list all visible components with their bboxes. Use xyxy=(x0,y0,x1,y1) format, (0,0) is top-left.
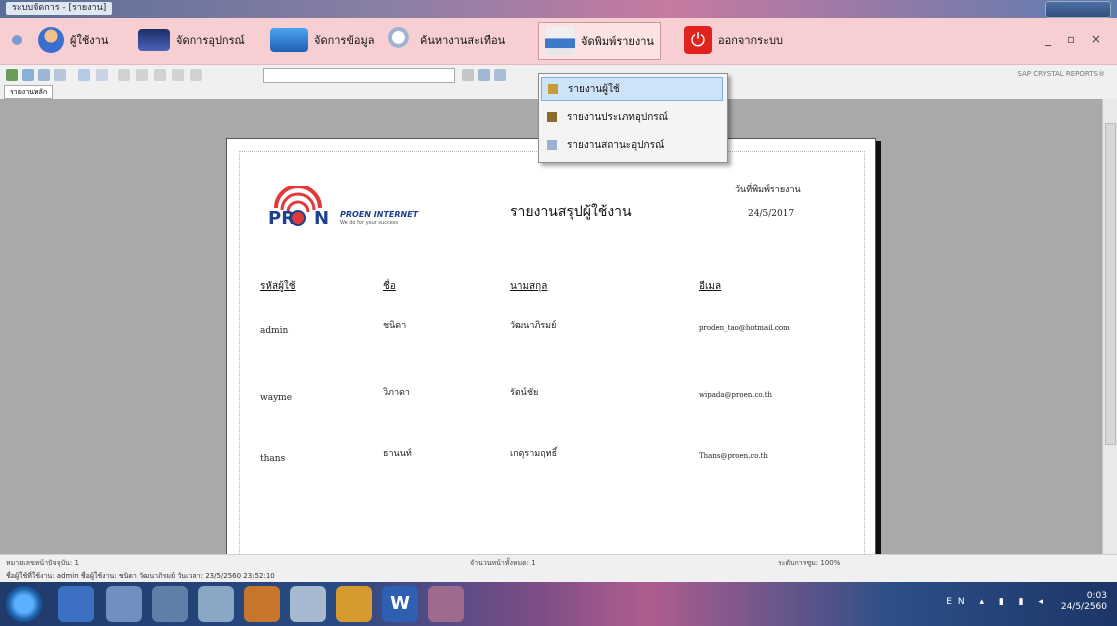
print-date-value: 24/5/2017 xyxy=(748,209,795,219)
report-canvas: PR N PROEN INTERNET We do for your succe… xyxy=(0,99,1117,556)
word-icon[interactable]: W xyxy=(382,586,418,622)
toolbar-logout-label: ออกจากระบบ xyxy=(718,34,783,47)
logo-brand: PROEN INTERNET xyxy=(340,210,419,219)
ie-icon[interactable] xyxy=(58,586,94,622)
next-page-icon[interactable] xyxy=(154,69,166,81)
system-tray[interactable]: EN ▴ ▮ ▮ ◂ xyxy=(946,597,1049,607)
printer-icon xyxy=(545,27,575,55)
cell-last-name: วัฒนาภิรมย์ xyxy=(510,321,557,331)
tab-main-report[interactable]: รายงานหลัก xyxy=(4,85,54,99)
menu-item-device-type-report[interactable]: รายงานประเภทอุปกรณ์ xyxy=(541,105,723,129)
window-control-buttons[interactable] xyxy=(1045,1,1111,18)
monitor-icon xyxy=(138,29,170,51)
column-header-email: อีเมล xyxy=(699,281,722,292)
cell-email: Thans@proen.co.th xyxy=(699,452,768,460)
cell-first-name: วิภาดา xyxy=(383,388,410,398)
toolbar-devices-button[interactable]: จัดการอุปกรณ์ xyxy=(138,26,245,54)
find-icon[interactable] xyxy=(462,69,474,81)
main-toolbar: ผู้ใช้งาน จัดการอุปกรณ์ จัดการข้อมูล ค้น… xyxy=(0,18,1117,65)
menu-item-user-report[interactable]: รายงานผู้ใช้ xyxy=(541,77,723,101)
cell-user-id: wayme xyxy=(260,393,293,403)
window-title: ระบบจัดการ - [รายงาน] xyxy=(6,2,113,15)
search-text-icon[interactable] xyxy=(478,69,490,81)
user-icon xyxy=(38,27,64,53)
prev-page-icon[interactable] xyxy=(136,69,148,81)
report-vertical-scrollbar[interactable] xyxy=(1102,99,1117,554)
cell-first-name: ชนิดา xyxy=(383,321,407,331)
column-header-user-id: รหัสผู้ใช้ xyxy=(260,281,296,292)
search-icon xyxy=(388,27,414,53)
column-header-last-name: นามสกุล xyxy=(510,281,548,292)
paint-icon[interactable] xyxy=(290,586,326,622)
toolbar-data-button[interactable]: จัดการข้อมูล xyxy=(270,26,374,54)
report-type-icon xyxy=(547,112,557,122)
refresh-icon[interactable] xyxy=(38,69,50,81)
logo-letters-left: PR xyxy=(268,208,296,229)
app-running-icon[interactable] xyxy=(336,586,372,622)
logo-tagline: We do for your success xyxy=(340,220,398,226)
crystal-reports-brand: SAP CRYSTAL REPORTS® xyxy=(1017,70,1105,78)
first-page-icon[interactable] xyxy=(118,69,130,81)
back-arrow-icon[interactable] xyxy=(12,35,22,45)
export-icon[interactable] xyxy=(6,69,18,81)
copy-icon[interactable] xyxy=(54,69,66,81)
toolbar-search-label: ค้นหางานสะเทือน xyxy=(420,34,506,47)
toolbar-devices-label: จัดการอุปกรณ์ xyxy=(176,34,245,47)
proen-logo: PR N PROEN INTERNET We do for your succe… xyxy=(268,184,448,229)
explorer-icon[interactable] xyxy=(198,586,234,622)
windows-taskbar: W EN ▴ ▮ ▮ ◂ 0:03 24/5/2560 xyxy=(0,582,1117,626)
viewer-status-bar: หมายเลขหน้าปัจจุบัน: 1 จำนวนหน้าทั้งหมด:… xyxy=(0,554,1117,569)
toolbar-users-button[interactable]: ผู้ใช้งาน xyxy=(38,26,108,54)
column-header-first-name: ชื่อ xyxy=(383,281,396,292)
cell-user-id: thans xyxy=(260,454,286,464)
cell-last-name: เกตุรามฤทธิ์ xyxy=(510,449,558,459)
clock-time: 0:03 xyxy=(1086,591,1107,601)
app-status-bar: ชื่อผู้ใช้ที่ใช้งาน: admin ชื่อผู้ใช้งาน… xyxy=(0,568,1117,582)
toolbar-data-label: จัดการข้อมูล xyxy=(314,34,375,47)
last-page-icon[interactable] xyxy=(172,69,184,81)
power-icon: ⏻ xyxy=(684,26,712,54)
mdi-window-controls[interactable]: _ ▫ × xyxy=(1045,32,1107,46)
toolbar-users-label: ผู้ใช้งาน xyxy=(70,34,109,47)
zoom-icon[interactable] xyxy=(494,69,506,81)
taskbar-clock[interactable]: 0:03 24/5/2560 xyxy=(1061,591,1107,613)
cell-first-name: ธานนท์ xyxy=(383,449,412,459)
folder-icon xyxy=(270,28,308,52)
goto-page-icon[interactable] xyxy=(190,69,202,81)
group-tree-icon[interactable] xyxy=(78,69,90,81)
menu-item-device-type-report-label: รายงานประเภทอุปกรณ์ xyxy=(567,111,668,123)
toolbar-print-button[interactable]: จัดพิมพ์รายงาน xyxy=(538,22,661,60)
logo-letters-right: N xyxy=(314,208,330,229)
cell-email: proden_tao@hotmail.com xyxy=(699,324,790,332)
menu-item-user-report-label: รายงานผู้ใช้ xyxy=(568,83,620,95)
window-title-bar: ระบบจัดการ - [รายงาน] xyxy=(0,0,1117,18)
language-indicator[interactable]: EN xyxy=(946,597,970,607)
app-icon[interactable] xyxy=(152,586,188,622)
menu-item-device-status-report[interactable]: รายงานสถานะอุปกรณ์ xyxy=(541,133,723,157)
report-status-icon xyxy=(547,140,557,150)
report-page-border: PR N PROEN INTERNET We do for your succe… xyxy=(239,151,865,556)
report-title: รายงานสรุปผู้ใช้งาน xyxy=(510,204,632,220)
report-user-icon xyxy=(548,84,558,94)
report-page: PR N PROEN INTERNET We do for your succe… xyxy=(226,138,876,556)
parameter-icon[interactable] xyxy=(96,69,108,81)
print-date-label: วันที่พิมพ์รายงาน xyxy=(735,185,801,195)
logged-in-user-status: ชื่อผู้ใช้ที่ใช้งาน: admin ชื่อผู้ใช้งาน… xyxy=(6,572,275,580)
print-report-dropdown: รายงานผู้ใช้ รายงานประเภทอุปกรณ์ รายงานส… xyxy=(538,73,728,163)
scrollbar-thumb[interactable] xyxy=(1105,123,1116,445)
cell-last-name: รัตน์ชัย xyxy=(510,388,539,398)
cell-user-id: admin xyxy=(260,326,289,336)
toolbar-logout-button[interactable]: ⏻ ออกจากระบบ xyxy=(684,26,783,54)
toolbar-print-label: จัดพิมพ์รายงาน xyxy=(581,35,654,48)
chrome-icon[interactable] xyxy=(428,586,464,622)
menu-item-device-status-report-label: รายงานสถานะอุปกรณ์ xyxy=(567,139,665,151)
start-button-icon[interactable] xyxy=(6,586,42,622)
page-number-input[interactable] xyxy=(263,68,455,83)
print-icon[interactable] xyxy=(22,69,34,81)
firefox-icon[interactable] xyxy=(244,586,280,622)
media-player-icon[interactable] xyxy=(106,586,142,622)
toolbar-search-button[interactable]: ค้นหางานสะเทือน xyxy=(388,26,505,54)
cell-email: wipada@proen.co.th xyxy=(699,391,773,399)
clock-date: 24/5/2560 xyxy=(1060,602,1107,612)
